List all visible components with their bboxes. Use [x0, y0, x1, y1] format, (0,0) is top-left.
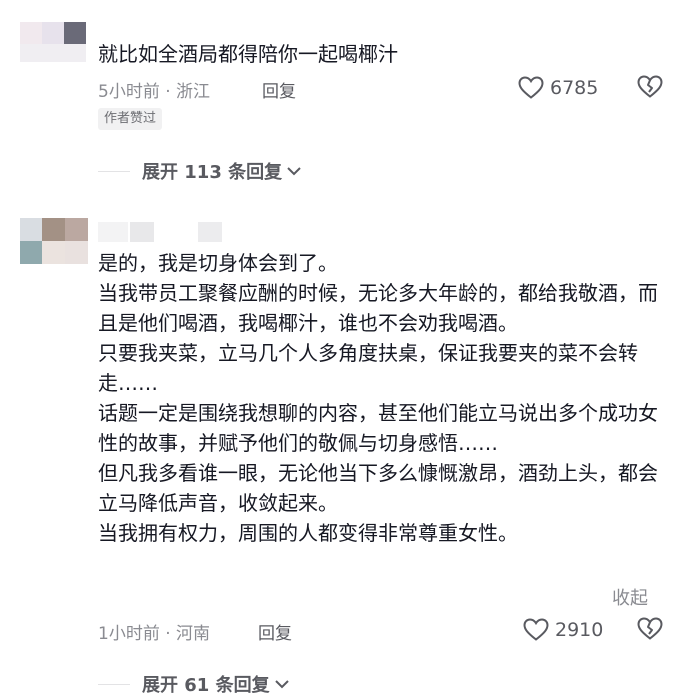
dislike-button[interactable] — [637, 617, 663, 645]
broken-heart-icon — [637, 617, 663, 640]
like-button[interactable]: 2910 — [523, 616, 603, 644]
heart-outline-icon — [518, 76, 544, 99]
avatar-blurred[interactable] — [20, 218, 88, 264]
heart-outline-icon — [523, 618, 549, 641]
broken-heart-icon — [637, 75, 663, 98]
author-liked-tag: 作者赞过 — [98, 108, 163, 130]
expand-replies[interactable]: 展开 113 条回复 — [98, 158, 302, 184]
comment-body: 是的，我是切身体会到了。 当我带员工聚餐应酬的时候，无论多大年龄的，都给我敬酒，… — [98, 248, 658, 548]
comment-paragraph: 话题一定是围绕我想聊的内容，甚至他们能立马说出多个成功女性的故事，并赋予他们的敬… — [98, 401, 658, 455]
like-button[interactable]: 6785 — [518, 74, 598, 102]
like-count: 2910 — [555, 619, 604, 641]
comment-time-location: 1小时前 · 河南 — [98, 624, 211, 644]
expand-replies-label: 展开 113 条回复 — [142, 162, 283, 183]
collapse-button[interactable]: 收起 — [612, 584, 648, 610]
expand-replies-label: 展开 61 条回复 — [142, 675, 270, 696]
comment-paragraph: 是的，我是切身体会到了。 — [98, 251, 338, 275]
dislike-button[interactable] — [637, 75, 663, 103]
comment-paragraph: 当我拥有权力，周围的人都变得非常尊重女性。 — [98, 521, 518, 545]
comment-paragraph: 但凡我多看谁一眼，无论他当下多么慷慨激昂，酒劲上头，都会立马降低声音，收敛起来。 — [98, 461, 658, 515]
comment-paragraph: 当我带员工聚餐应酬的时候，无论多大年龄的，都给我敬酒，而且是他们喝酒，我喝椰汁，… — [98, 281, 658, 335]
comment-text: 就比如全酒局都得陪你一起喝椰汁 — [98, 42, 398, 66]
reply-button[interactable]: 回复 — [258, 619, 292, 644]
comment-time-location: 5小时前 · 浙江 — [98, 82, 211, 102]
expand-divider — [98, 170, 130, 172]
expand-replies[interactable]: 展开 61 条回复 — [98, 671, 290, 697]
comment-paragraph: 只要我夹菜，立马几个人多角度扶桌，保证我要夹的菜不会转走…… — [98, 341, 638, 395]
chevron-down-icon — [287, 167, 301, 176]
chevron-down-icon — [274, 680, 289, 689]
like-count: 6785 — [550, 77, 599, 99]
username-blurred[interactable] — [98, 222, 248, 242]
reply-button[interactable]: 回复 — [262, 77, 296, 102]
avatar-blurred[interactable] — [20, 22, 90, 44]
expand-divider — [98, 683, 130, 685]
